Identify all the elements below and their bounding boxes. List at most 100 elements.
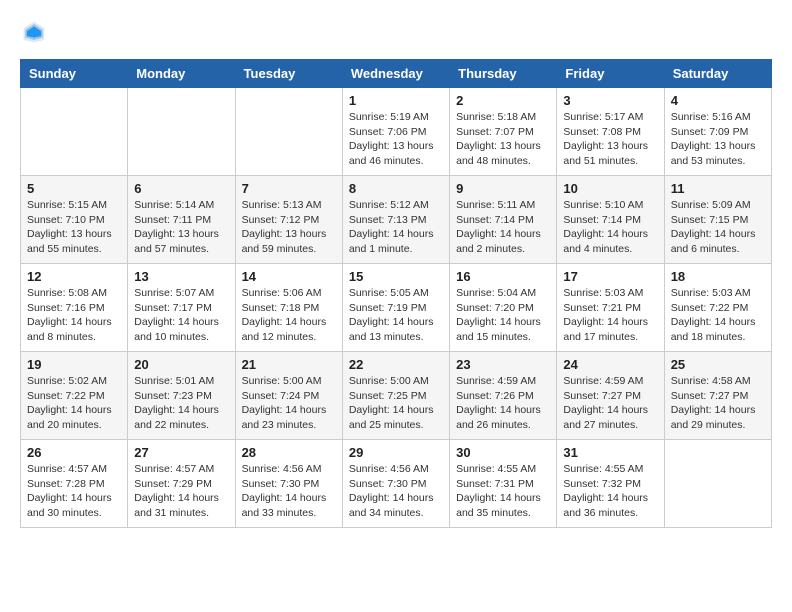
day-number: 30 [456, 445, 550, 460]
day-number: 10 [563, 181, 657, 196]
cell-info: Sunrise: 4:55 AM Sunset: 7:31 PM Dayligh… [456, 462, 550, 521]
day-number: 24 [563, 357, 657, 372]
cell-info: Sunrise: 5:03 AM Sunset: 7:21 PM Dayligh… [563, 286, 657, 345]
calendar-week-row: 26Sunrise: 4:57 AM Sunset: 7:28 PM Dayli… [21, 440, 772, 528]
calendar-cell: 8Sunrise: 5:12 AM Sunset: 7:13 PM Daylig… [342, 176, 449, 264]
cell-info: Sunrise: 4:56 AM Sunset: 7:30 PM Dayligh… [349, 462, 443, 521]
cell-info: Sunrise: 4:57 AM Sunset: 7:29 PM Dayligh… [134, 462, 228, 521]
cell-info: Sunrise: 4:55 AM Sunset: 7:32 PM Dayligh… [563, 462, 657, 521]
cell-info: Sunrise: 5:05 AM Sunset: 7:19 PM Dayligh… [349, 286, 443, 345]
weekday-header: Thursday [450, 60, 557, 88]
calendar-cell: 5 Sunrise: 5:15 AM Sunset: 7:10 PM Daylig… [21, 176, 128, 264]
calendar-cell: 12Sunrise: 5:08 AM Sunset: 7:16 PM Dayli… [21, 264, 128, 352]
calendar-cell: 25 Sunrise: 4:58 AM Sunset: 7:27 PM Dayli… [664, 352, 771, 440]
calendar-week-row: 19 Sunrise: 5:02 AM Sunset: 7:22 PM Dayli… [21, 352, 772, 440]
cell-info: Sunrise: 5:08 AM Sunset: 7:16 PM Dayligh… [27, 286, 121, 345]
calendar-cell: 10Sunrise: 5:10 AM Sunset: 7:14 PM Dayli… [557, 176, 664, 264]
calendar-week-row: 12Sunrise: 5:08 AM Sunset: 7:16 PM Dayli… [21, 264, 772, 352]
calendar-cell: 26Sunrise: 4:57 AM Sunset: 7:28 PM Dayli… [21, 440, 128, 528]
weekday-header: Friday [557, 60, 664, 88]
day-number: 13 [134, 269, 228, 284]
cell-info: Sunrise: 5:02 AM Sunset: 7:22 PM Dayligh… [27, 374, 121, 433]
calendar-cell [128, 88, 235, 176]
day-number: 5 [27, 181, 121, 196]
cell-info: Sunrise: 4:58 AM Sunset: 7:27 PM Dayligh… [671, 374, 765, 433]
day-number: 17 [563, 269, 657, 284]
calendar-header-row: SundayMondayTuesdayWednesdayThursdayFrid… [21, 60, 772, 88]
calendar-cell: 11Sunrise: 5:09 AM Sunset: 7:15 PM Dayli… [664, 176, 771, 264]
cell-info: Sunrise: 5:03 AM Sunset: 7:22 PM Dayligh… [671, 286, 765, 345]
day-number: 25 [671, 357, 765, 372]
day-number: 14 [242, 269, 336, 284]
calendar-cell [21, 88, 128, 176]
weekday-header: Tuesday [235, 60, 342, 88]
weekday-header: Monday [128, 60, 235, 88]
calendar-cell: 14 Sunrise: 5:06 AM Sunset: 7:18 PM Dayli… [235, 264, 342, 352]
day-number: 19 [27, 357, 121, 372]
calendar-cell: 7 Sunrise: 5:13 AM Sunset: 7:12 PM Daylig… [235, 176, 342, 264]
cell-info: Sunrise: 5:00 AM Sunset: 7:25 PM Dayligh… [349, 374, 443, 433]
day-number: 26 [27, 445, 121, 460]
cell-info: Sunrise: 5:07 AM Sunset: 7:17 PM Dayligh… [134, 286, 228, 345]
calendar-cell: 21Sunrise: 5:00 AM Sunset: 7:24 PM Dayli… [235, 352, 342, 440]
day-number: 2 [456, 93, 550, 108]
calendar-cell: 28 Sunrise: 4:56 AM Sunset: 7:30 PM Dayli… [235, 440, 342, 528]
calendar-cell: 18 Sunrise: 5:03 AM Sunset: 7:22 PM Dayli… [664, 264, 771, 352]
cell-info: Sunrise: 5:17 AM Sunset: 7:08 PM Dayligh… [563, 110, 657, 169]
cell-info: Sunrise: 5:04 AM Sunset: 7:20 PM Dayligh… [456, 286, 550, 345]
cell-info: Sunrise: 5:13 AM Sunset: 7:12 PM Dayligh… [242, 198, 336, 257]
logo [20, 20, 46, 49]
day-number: 18 [671, 269, 765, 284]
cell-info: Sunrise: 5:15 AM Sunset: 7:10 PM Dayligh… [27, 198, 121, 257]
cell-info: Sunrise: 5:19 AM Sunset: 7:06 PM Dayligh… [349, 110, 443, 169]
cell-info: Sunrise: 5:14 AM Sunset: 7:11 PM Dayligh… [134, 198, 228, 257]
calendar-cell: 15 Sunrise: 5:05 AM Sunset: 7:19 PM Dayli… [342, 264, 449, 352]
calendar-cell: 17 Sunrise: 5:03 AM Sunset: 7:21 PM Dayli… [557, 264, 664, 352]
weekday-header: Saturday [664, 60, 771, 88]
calendar-week-row: 5 Sunrise: 5:15 AM Sunset: 7:10 PM Daylig… [21, 176, 772, 264]
page-header [20, 20, 772, 49]
day-number: 7 [242, 181, 336, 196]
cell-info: Sunrise: 5:09 AM Sunset: 7:15 PM Dayligh… [671, 198, 765, 257]
calendar-cell: 29 Sunrise: 4:56 AM Sunset: 7:30 PM Dayli… [342, 440, 449, 528]
cell-info: Sunrise: 5:11 AM Sunset: 7:14 PM Dayligh… [456, 198, 550, 257]
day-number: 4 [671, 93, 765, 108]
calendar-cell: 2 Sunrise: 5:18 AM Sunset: 7:07 PM Daylig… [450, 88, 557, 176]
calendar-cell: 9 Sunrise: 5:11 AM Sunset: 7:14 PM Daylig… [450, 176, 557, 264]
calendar-cell: 27Sunrise: 4:57 AM Sunset: 7:29 PM Dayli… [128, 440, 235, 528]
calendar-cell: 31 Sunrise: 4:55 AM Sunset: 7:32 PM Dayli… [557, 440, 664, 528]
calendar-cell: 20Sunrise: 5:01 AM Sunset: 7:23 PM Dayli… [128, 352, 235, 440]
logo-icon [22, 20, 46, 44]
cell-info: Sunrise: 5:06 AM Sunset: 7:18 PM Dayligh… [242, 286, 336, 345]
day-number: 1 [349, 93, 443, 108]
calendar-cell: 16 Sunrise: 5:04 AM Sunset: 7:20 PM Dayli… [450, 264, 557, 352]
day-number: 6 [134, 181, 228, 196]
day-number: 20 [134, 357, 228, 372]
cell-info: Sunrise: 4:59 AM Sunset: 7:27 PM Dayligh… [563, 374, 657, 433]
cell-info: Sunrise: 4:59 AM Sunset: 7:26 PM Dayligh… [456, 374, 550, 433]
calendar-cell [664, 440, 771, 528]
calendar-cell: 13 Sunrise: 5:07 AM Sunset: 7:17 PM Dayli… [128, 264, 235, 352]
day-number: 22 [349, 357, 443, 372]
calendar-cell: 22 Sunrise: 5:00 AM Sunset: 7:25 PM Dayli… [342, 352, 449, 440]
calendar-cell: 19 Sunrise: 5:02 AM Sunset: 7:22 PM Dayli… [21, 352, 128, 440]
day-number: 8 [349, 181, 443, 196]
calendar-table: SundayMondayTuesdayWednesdayThursdayFrid… [20, 59, 772, 528]
day-number: 16 [456, 269, 550, 284]
calendar-cell: 4Sunrise: 5:16 AM Sunset: 7:09 PM Daylig… [664, 88, 771, 176]
calendar-cell: 23 Sunrise: 4:59 AM Sunset: 7:26 PM Dayli… [450, 352, 557, 440]
cell-info: Sunrise: 5:18 AM Sunset: 7:07 PM Dayligh… [456, 110, 550, 169]
day-number: 9 [456, 181, 550, 196]
day-number: 23 [456, 357, 550, 372]
day-number: 29 [349, 445, 443, 460]
day-number: 15 [349, 269, 443, 284]
calendar-cell: 1 Sunrise: 5:19 AM Sunset: 7:06 PM Daylig… [342, 88, 449, 176]
day-number: 28 [242, 445, 336, 460]
weekday-header: Sunday [21, 60, 128, 88]
calendar-cell [235, 88, 342, 176]
calendar-cell: 24 Sunrise: 4:59 AM Sunset: 7:27 PM Dayli… [557, 352, 664, 440]
day-number: 3 [563, 93, 657, 108]
cell-info: Sunrise: 4:56 AM Sunset: 7:30 PM Dayligh… [242, 462, 336, 521]
calendar-cell: 6 Sunrise: 5:14 AM Sunset: 7:11 PM Daylig… [128, 176, 235, 264]
day-number: 31 [563, 445, 657, 460]
